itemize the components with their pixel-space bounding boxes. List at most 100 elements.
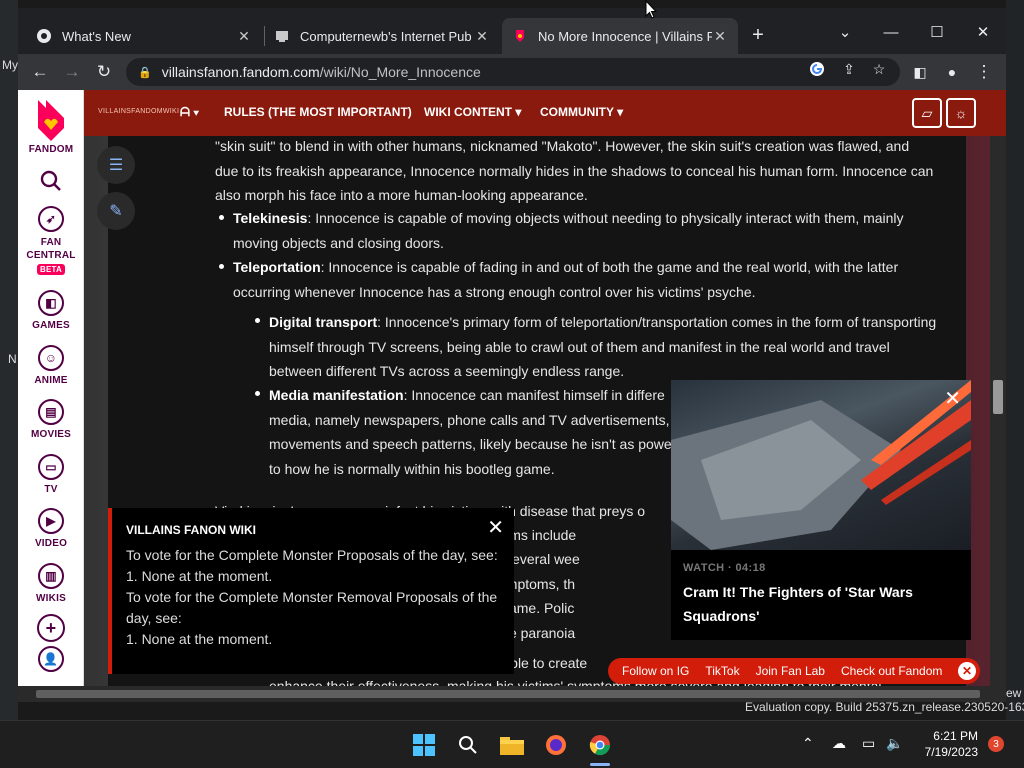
tab-label: No More Innocence | Villains Fan [538,28,712,44]
rail-wikis[interactable]: ▥ WIKIS [18,563,84,604]
tab-whats-new[interactable]: What's New ✕ [26,18,262,54]
beta-badge: BETA [37,264,65,275]
bookmark-star-icon[interactable]: ☆ [870,60,888,78]
featured-video[interactable]: ✕ WATCH · 04:18 Cram It! The Fighters of… [671,380,971,640]
bullet [219,215,224,220]
book-icon: ▥ [38,563,64,589]
maximize-button[interactable]: ☐ [914,16,960,48]
profile-icon[interactable]: ● [940,60,964,84]
firefox-icon[interactable] [540,729,572,761]
wiki-header: VILLAINSFANDOMWIKI ᗩ ▾ RULES (THE MOST I… [84,90,1006,136]
tab-strip: What's New ✕ Computernewb's Internet Pub… [18,8,1006,54]
minimize-button[interactable]: — [868,16,914,48]
nav-community[interactable]: COMMUNITY ▾ [540,105,623,119]
rail-label: ANIME [34,375,68,386]
lock-icon: 🔒 [138,66,152,79]
notice-title: VILLAINS FANON WIKI [126,523,256,537]
share-icon[interactable]: ⇪ [840,60,858,78]
desktop-icon-label[interactable]: My [2,58,18,72]
edit-pencil-icon[interactable]: ✎ [97,192,135,230]
term: Digital transport [269,314,378,330]
notice-line: To vote for the Complete Monster Removal… [126,589,498,626]
horizontal-scroll-thumb[interactable] [36,690,980,698]
toc-list-icon[interactable]: ☰ [97,146,135,184]
nav-rules[interactable]: RULES (THE MOST IMPORTANT) [224,105,412,119]
system-clock[interactable]: 6:21 PM 7/19/2023 [918,728,978,760]
close-icon[interactable]: ✕ [236,28,252,44]
vertical-scroll-thumb[interactable] [993,380,1003,414]
clock-time: 6:21 PM [933,729,978,743]
video-duration: WATCH · 04:18 [683,562,766,574]
rail-tv[interactable]: ▭ TV [18,454,84,495]
bullet [255,318,260,323]
rail-label: VIDEO [34,538,68,549]
notification-badge[interactable]: 3 [988,736,1004,752]
create-wiki-button[interactable]: + [18,614,84,646]
close-icon[interactable]: ✕ [712,28,728,44]
rail-video[interactable]: ▶ VIDEO [18,508,84,549]
search-button[interactable] [18,170,84,192]
side-panel-icon[interactable]: ◧ [908,60,932,84]
bullet [255,391,260,396]
menu-kebab-icon[interactable]: ⋮ [972,60,996,84]
tab-search-icon[interactable]: ⌄ [822,16,868,48]
fandom-icon [512,28,528,44]
video-thumbnail[interactable]: ✕ [671,380,971,550]
video-title[interactable]: Cram It! The Fighters of 'Star Wars Squa… [683,580,953,628]
term: Media manifestation [269,387,404,403]
address-bar[interactable]: 🔒 villainsfanon.fandom.com /wiki/No_More… [126,58,900,86]
check-out-fandom-link[interactable]: Check out Fandom [841,664,942,678]
paragraph: "skin suit" to blend in with other human… [215,138,934,203]
user-account-button[interactable]: 👤 [18,646,84,676]
close-icon[interactable]: ✕ [944,386,961,411]
reload-icon[interactable]: ↻ [92,60,116,84]
anime-face-icon: ☺ [38,345,64,371]
rail-anime[interactable]: ☺ ANIME [18,345,84,386]
tab-no-more-innocence[interactable]: No More Innocence | Villains Fan ✕ [502,18,738,54]
evaluation-watermark: Evaluation copy. Build 25375.zn_release.… [745,700,1024,714]
rail-fan-central[interactable]: ➶ FAN CENTRAL BETA [18,206,84,275]
desktop-icon-label[interactable]: ew [1006,686,1021,700]
rail-movies[interactable]: ▤ MOVIES [18,399,84,440]
volume-icon[interactable]: 🔈 [886,735,903,752]
chrome-taskbar-icon[interactable] [584,729,616,761]
tab-label: What's New [62,28,131,44]
fandom-logo[interactable]: FANDOM [18,98,84,155]
discussions-icon[interactable]: ▱ [912,98,942,128]
bullet [219,264,224,269]
close-icon[interactable]: ✕ [487,518,504,539]
wiki-menu-icon[interactable]: ᗩ ▾ [180,105,199,120]
back-icon[interactable]: ← [28,60,52,84]
list-item-telekinesis: Telekinesis: Innocence is capable of mov… [233,206,943,255]
new-tab-button[interactable]: + [746,24,770,46]
rail-games[interactable]: ◧ GAMES [18,290,84,331]
wiki-logo[interactable]: VILLAINSFANDOMWIKI [98,108,179,115]
theme-toggle-icon[interactable]: ☼ [946,98,976,128]
chevron-up-icon[interactable]: ⌃ [802,735,814,752]
desktop-icon-label[interactable]: N [8,352,17,366]
rail-label: FAN CENTRAL [26,237,76,261]
tab-computernewb[interactable]: Computernewb's Internet Pub H ✕ [264,18,500,54]
google-icon[interactable] [808,60,826,78]
forward-icon[interactable]: → [60,60,84,84]
starship-thumbnail-icon [671,380,971,550]
cloud-icon[interactable]: ☁ [832,735,846,752]
tiktok-link[interactable]: TikTok [705,664,739,678]
fan-lab-link[interactable]: Join Fan Lab [756,664,825,678]
rail-label: MOVIES [30,429,72,440]
file-explorer-icon[interactable] [496,729,528,761]
follow-instagram-link[interactable]: Follow on IG [622,664,689,678]
close-window-button[interactable]: ✕ [960,16,1006,48]
web-page: FANDOM ➶ FAN CENTRAL BETA ◧ GAMES ☺ ANIM… [18,90,1006,702]
browser-toolbar: ← → ↻ 🔒 villainsfanon.fandom.com /wiki/N… [18,54,1006,90]
rail-label: TV [44,484,58,495]
plus-icon: + [37,614,65,642]
close-icon[interactable]: ✕ [958,662,976,680]
search-icon[interactable] [452,729,484,761]
windows-start-icon[interactable] [408,729,440,761]
gamepad-icon: ◧ [38,290,64,316]
nav-wiki-content[interactable]: WIKI CONTENT ▾ [424,105,521,119]
site-notice: VILLAINS FANON WIKI To vote for the Comp… [108,508,514,674]
close-icon[interactable]: ✕ [474,28,490,44]
network-icon[interactable]: ▭ [862,735,875,752]
